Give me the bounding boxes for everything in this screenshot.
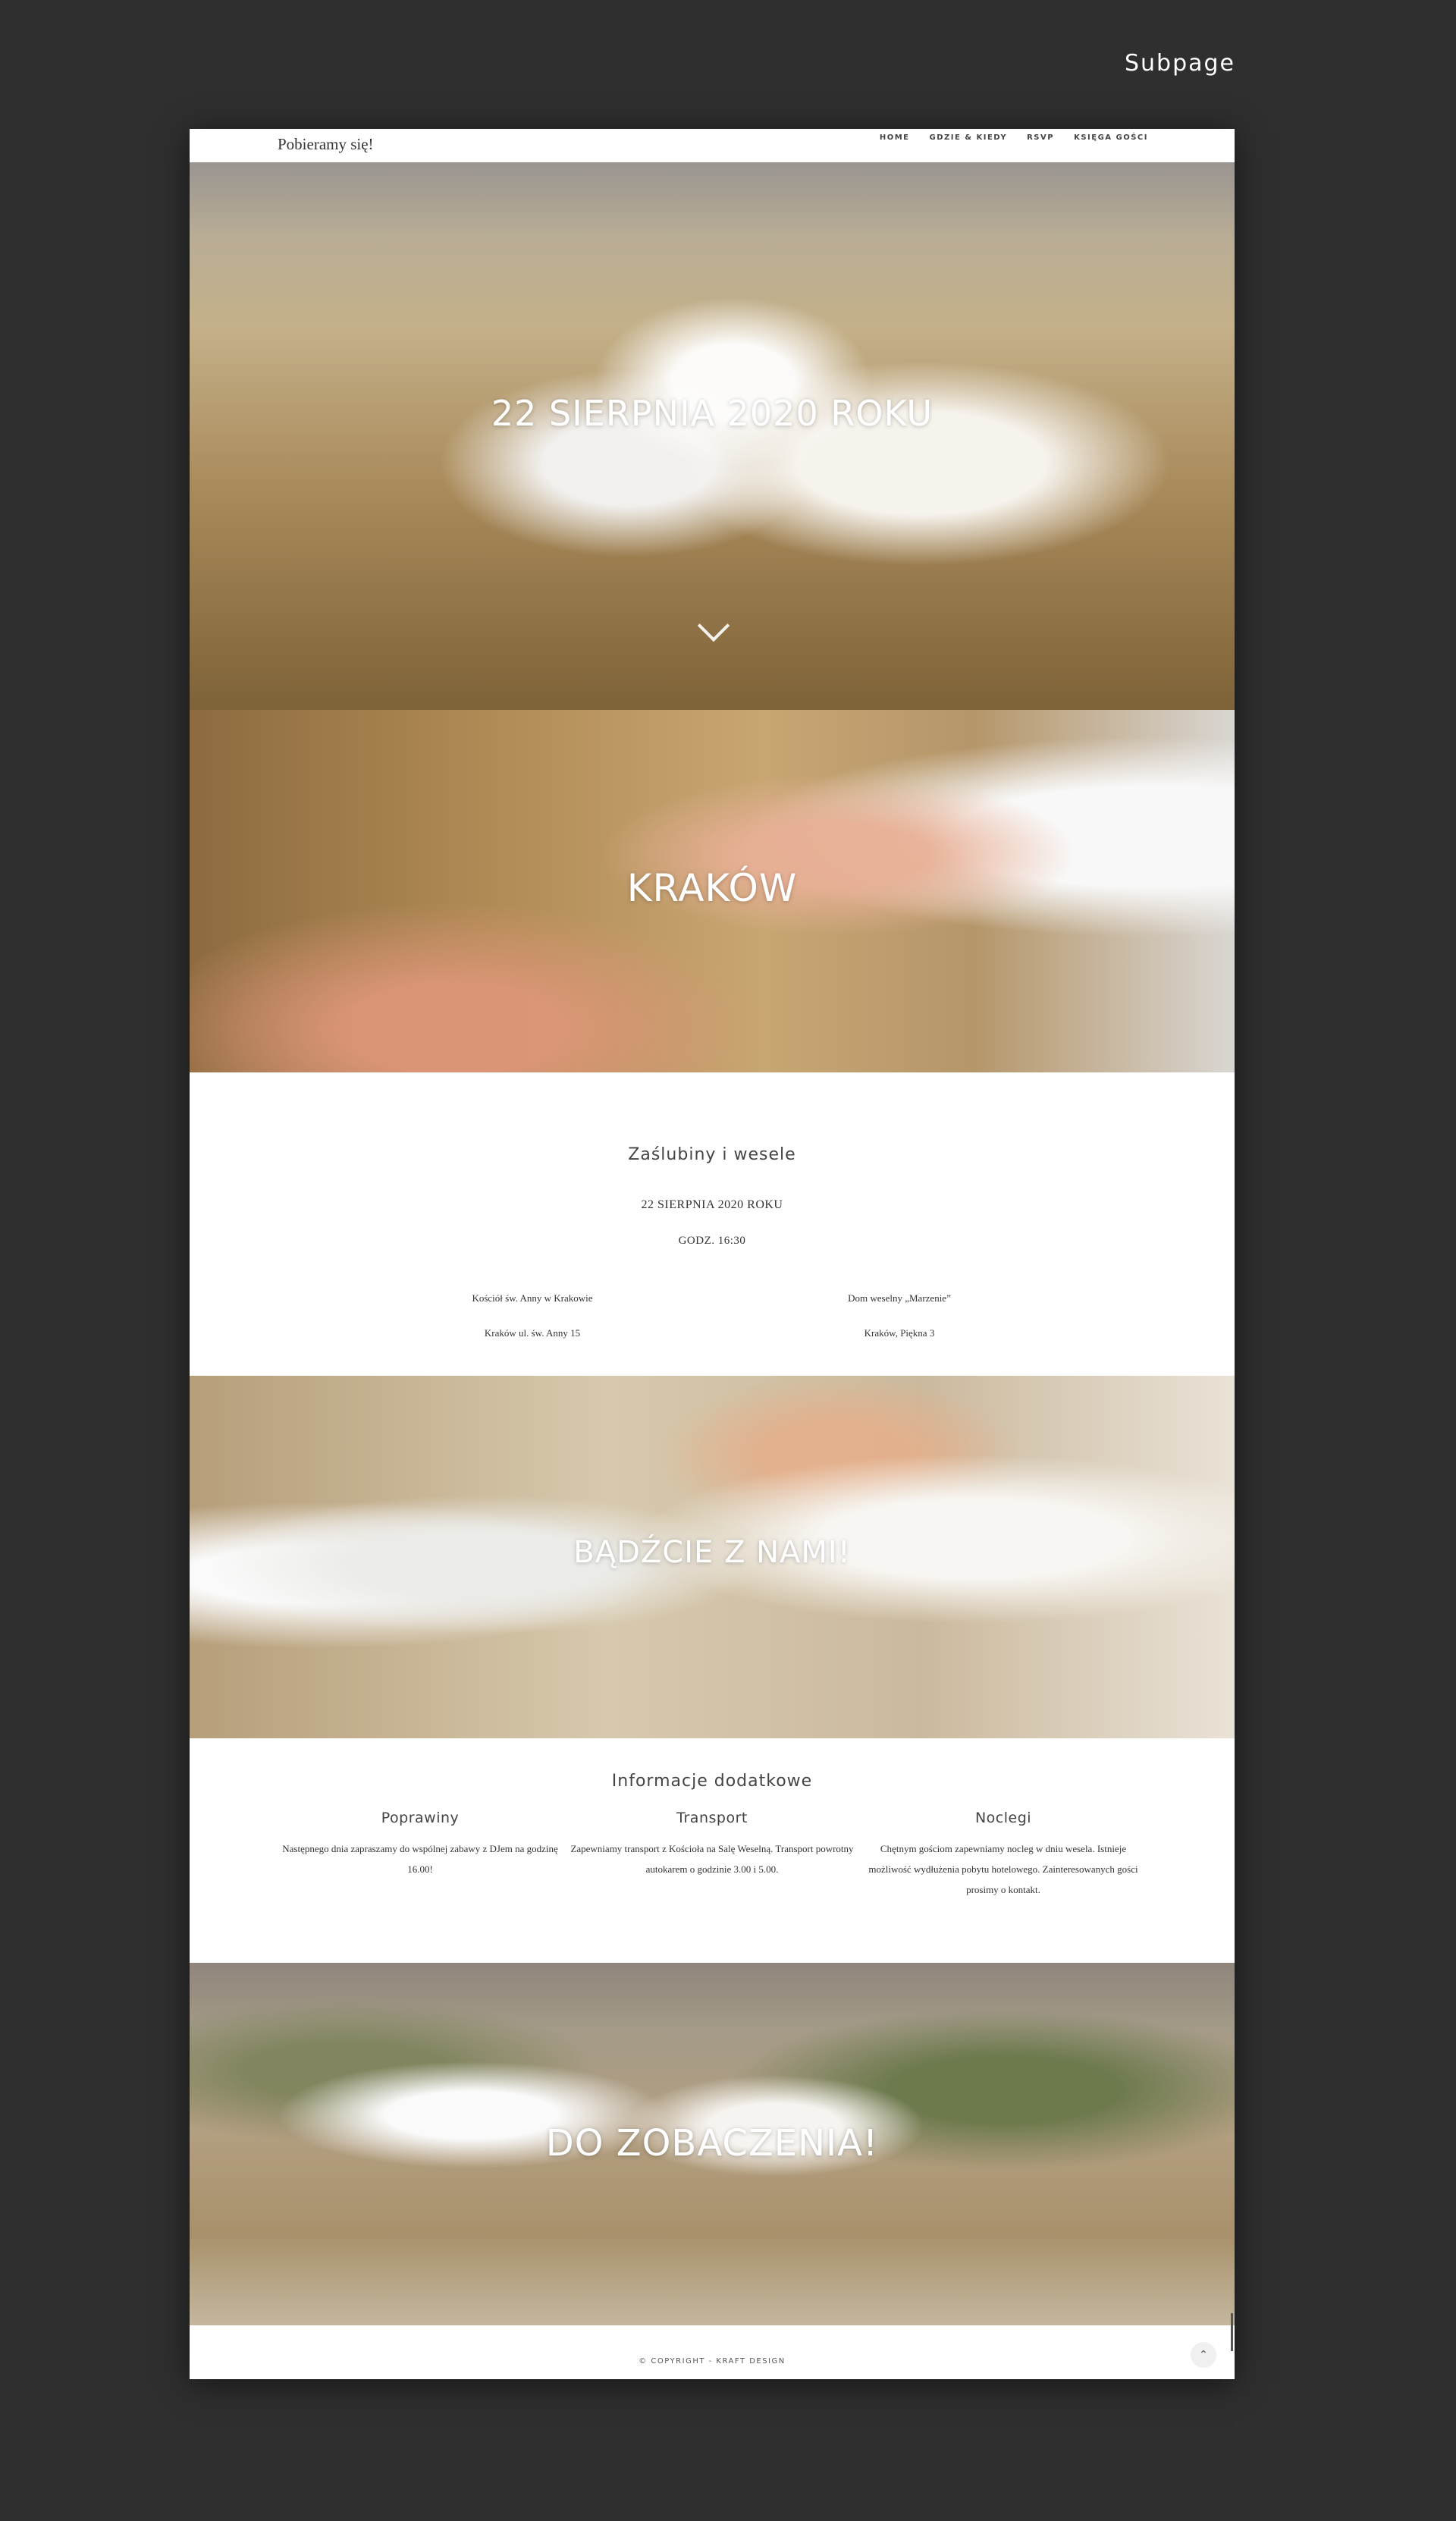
venue-church-address: Kraków ul. św. Anny 15 xyxy=(484,1327,581,1339)
venue-reception-name: Dom weselny „Marzenie” xyxy=(848,1292,951,1304)
info-column-title: Transport xyxy=(676,1810,748,1826)
info-column-accommodation: Noclegi Chętnym gościom zapewniamy nocle… xyxy=(859,1810,1147,1900)
venue-church: Kościół św. Anny w Krakowie Kraków ul. ś… xyxy=(381,1292,684,1362)
copyright-text: © COPYRIGHT - KRAFT DESIGN xyxy=(639,2357,786,2366)
additional-heading: Informacje dodatkowe xyxy=(611,1772,813,1791)
site-header: Pobieramy się! HOME GDZIE & KIEDY RSVP K… xyxy=(190,129,1235,162)
info-column-afterparty: Poprawiny Następnego dnia zapraszamy do … xyxy=(276,1810,564,1879)
join-title: BĄDŹCIE Z NAMI! xyxy=(573,1535,851,1570)
ceremony-date: 22 SIERPNIA 2020 ROKU xyxy=(641,1198,783,1211)
site-footer: © COPYRIGHT - KRAFT DESIGN ⌃ xyxy=(190,2325,1235,2379)
join-section: BĄDŹCIE Z NAMI! xyxy=(190,1376,1235,1738)
city-section: KRAKÓW xyxy=(190,710,1235,1072)
scroll-down-icon[interactable] xyxy=(697,609,730,642)
info-column-text: Następnego dnia zapraszamy do wspólnej z… xyxy=(282,1843,558,1875)
info-column-title: Noclegi xyxy=(974,1810,1032,1826)
city-title: KRAKÓW xyxy=(626,866,798,910)
additional-info-section: Informacje dodatkowe Poprawiny Następneg… xyxy=(190,1738,1235,1963)
info-column-text: Zapewniamy transport z Kościoła na Salę … xyxy=(570,1843,854,1875)
ceremony-heading: Zaślubiny i wesele xyxy=(628,1145,796,1164)
info-column-text: Chętnym gościom zapewniamy nocleg w dniu… xyxy=(868,1843,1138,1895)
venue-church-name: Kościół św. Anny w Krakowie xyxy=(472,1292,593,1304)
ceremony-time: GODZ. 16:30 xyxy=(678,1235,746,1247)
nav-guestbook[interactable]: KSIĘGA GOŚCI xyxy=(1074,133,1148,142)
main-nav: HOME GDZIE & KIEDY RSVP KSIĘGA GOŚCI xyxy=(880,133,1148,142)
page-frame: Pobieramy się! HOME GDZIE & KIEDY RSVP K… xyxy=(190,129,1235,2379)
ceremony-section: Zaślubiny i wesele 22 SIERPNIA 2020 ROKU… xyxy=(190,1072,1235,1376)
chevron-up-icon[interactable]: ⌃ xyxy=(1191,2342,1216,2368)
info-column-transport: Transport Zapewniamy transport z Kościoł… xyxy=(568,1810,856,1879)
corner-label: Subpage xyxy=(1124,50,1235,77)
hero-title: 22 SIERPNIA 2020 ROKU xyxy=(491,393,934,434)
scrollbar[interactable] xyxy=(1231,2313,1233,2351)
nav-where-when[interactable]: GDZIE & KIEDY xyxy=(929,133,1007,142)
farewell-section: DO ZOBACZENIA! xyxy=(190,1963,1235,2325)
info-column-title: Poprawiny xyxy=(381,1810,460,1826)
site-logo[interactable]: Pobieramy się! xyxy=(278,135,374,154)
venue-reception-address: Kraków, Piękna 3 xyxy=(864,1327,935,1339)
nav-home[interactable]: HOME xyxy=(880,133,910,142)
hero-section: 22 SIERPNIA 2020 ROKU xyxy=(190,162,1235,710)
farewell-title: DO ZOBACZENIA! xyxy=(545,2122,879,2165)
nav-rsvp[interactable]: RSVP xyxy=(1027,133,1054,142)
venue-reception: Dom weselny „Marzenie” Kraków, Piękna 3 xyxy=(748,1292,1051,1362)
